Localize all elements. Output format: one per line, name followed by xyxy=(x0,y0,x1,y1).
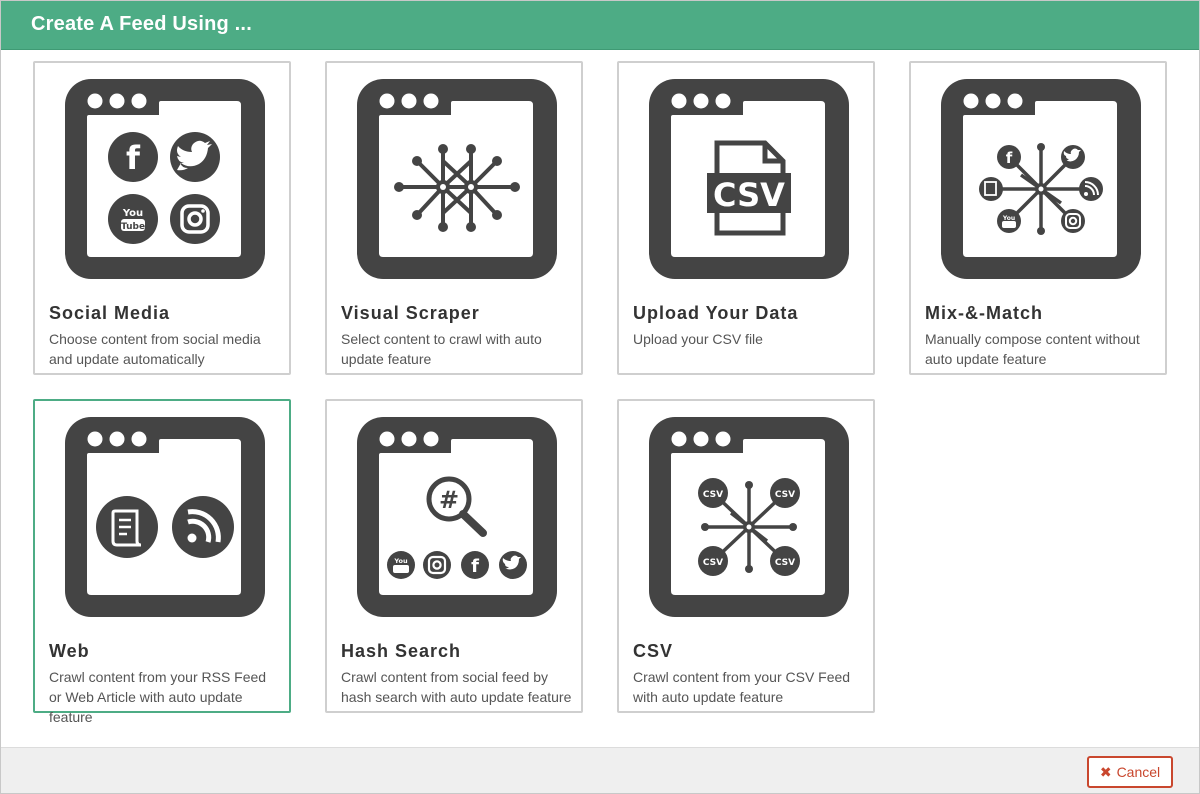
svg-text:You: You xyxy=(122,208,143,219)
card-web[interactable]: Web Crawl content from your RSS Feed or … xyxy=(33,399,291,725)
create-feed-modal: Create A Feed Using ... f You Tube Socia… xyxy=(0,0,1200,794)
cancel-button[interactable]: ✖ Cancel xyxy=(1087,756,1173,788)
modal-title: Create A Feed Using ... xyxy=(31,13,252,35)
card-hash-search[interactable]: # You f Hash Search Crawl content from s… xyxy=(325,399,583,713)
card-description: Crawl content from social feed by hash s… xyxy=(341,669,572,705)
close-icon: ✖ xyxy=(1099,763,1112,780)
card-csv[interactable]: CSV CSV CSV CSV CSV Crawl content from y… xyxy=(617,399,875,713)
svg-text:#: # xyxy=(439,486,459,514)
visual-scraper-icon xyxy=(357,79,557,279)
card-title: Upload Your Data xyxy=(633,303,799,323)
modal-header: Create A Feed Using ... xyxy=(1,1,1199,50)
card-description: Choose content from social media and upd… xyxy=(49,331,261,367)
svg-text:You: You xyxy=(1002,215,1015,222)
card-title: CSV xyxy=(633,641,674,661)
card-visual-scraper[interactable]: Visual Scraper Select content to crawl w… xyxy=(325,61,583,375)
card-description: Manually compose content without auto up… xyxy=(925,331,1140,367)
svg-text:Tube: Tube xyxy=(121,222,145,232)
svg-text:CSV: CSV xyxy=(703,490,723,500)
social-media-icon: f You Tube xyxy=(65,79,265,279)
card-title: Web xyxy=(49,641,90,661)
card-description: Upload your CSV file xyxy=(633,331,763,347)
svg-text:f: f xyxy=(126,139,141,177)
web-rss-icon xyxy=(65,417,265,617)
svg-text:You: You xyxy=(393,557,408,565)
card-description: Select content to crawl with auto update… xyxy=(341,331,542,367)
card-description: Crawl content from your CSV Feed with au… xyxy=(633,669,851,705)
svg-text:CSV: CSV xyxy=(703,558,723,568)
svg-text:f: f xyxy=(1006,149,1013,167)
card-social-media[interactable]: f You Tube Social Media Choose content f… xyxy=(33,61,291,375)
card-title: Social Media xyxy=(49,303,171,323)
modal-footer: ✖ Cancel xyxy=(1,747,1199,793)
csv-feed-icon: CSV CSV CSV CSV xyxy=(649,417,849,617)
svg-text:CSV: CSV xyxy=(713,176,785,214)
card-description: Crawl content from your RSS Feed or Web … xyxy=(49,669,267,725)
card-upload-your-data[interactable]: CSV Upload Your Data Upload your CSV fil… xyxy=(617,61,875,375)
mix-match-icon: f You xyxy=(941,79,1141,279)
svg-text:CSV: CSV xyxy=(775,490,795,500)
card-title: Mix-&-Match xyxy=(925,303,1043,323)
upload-csv-icon: CSV xyxy=(649,79,849,279)
svg-text:CSV: CSV xyxy=(775,558,795,568)
cancel-label: Cancel xyxy=(1116,764,1161,780)
card-mix-and-match[interactable]: f You Mix-&-Match Manually compose conte… xyxy=(909,61,1167,375)
card-title: Hash Search xyxy=(341,641,462,661)
hash-search-icon: # You f xyxy=(357,417,557,617)
card-title: Visual Scraper xyxy=(341,303,480,323)
svg-text:f: f xyxy=(471,556,479,577)
